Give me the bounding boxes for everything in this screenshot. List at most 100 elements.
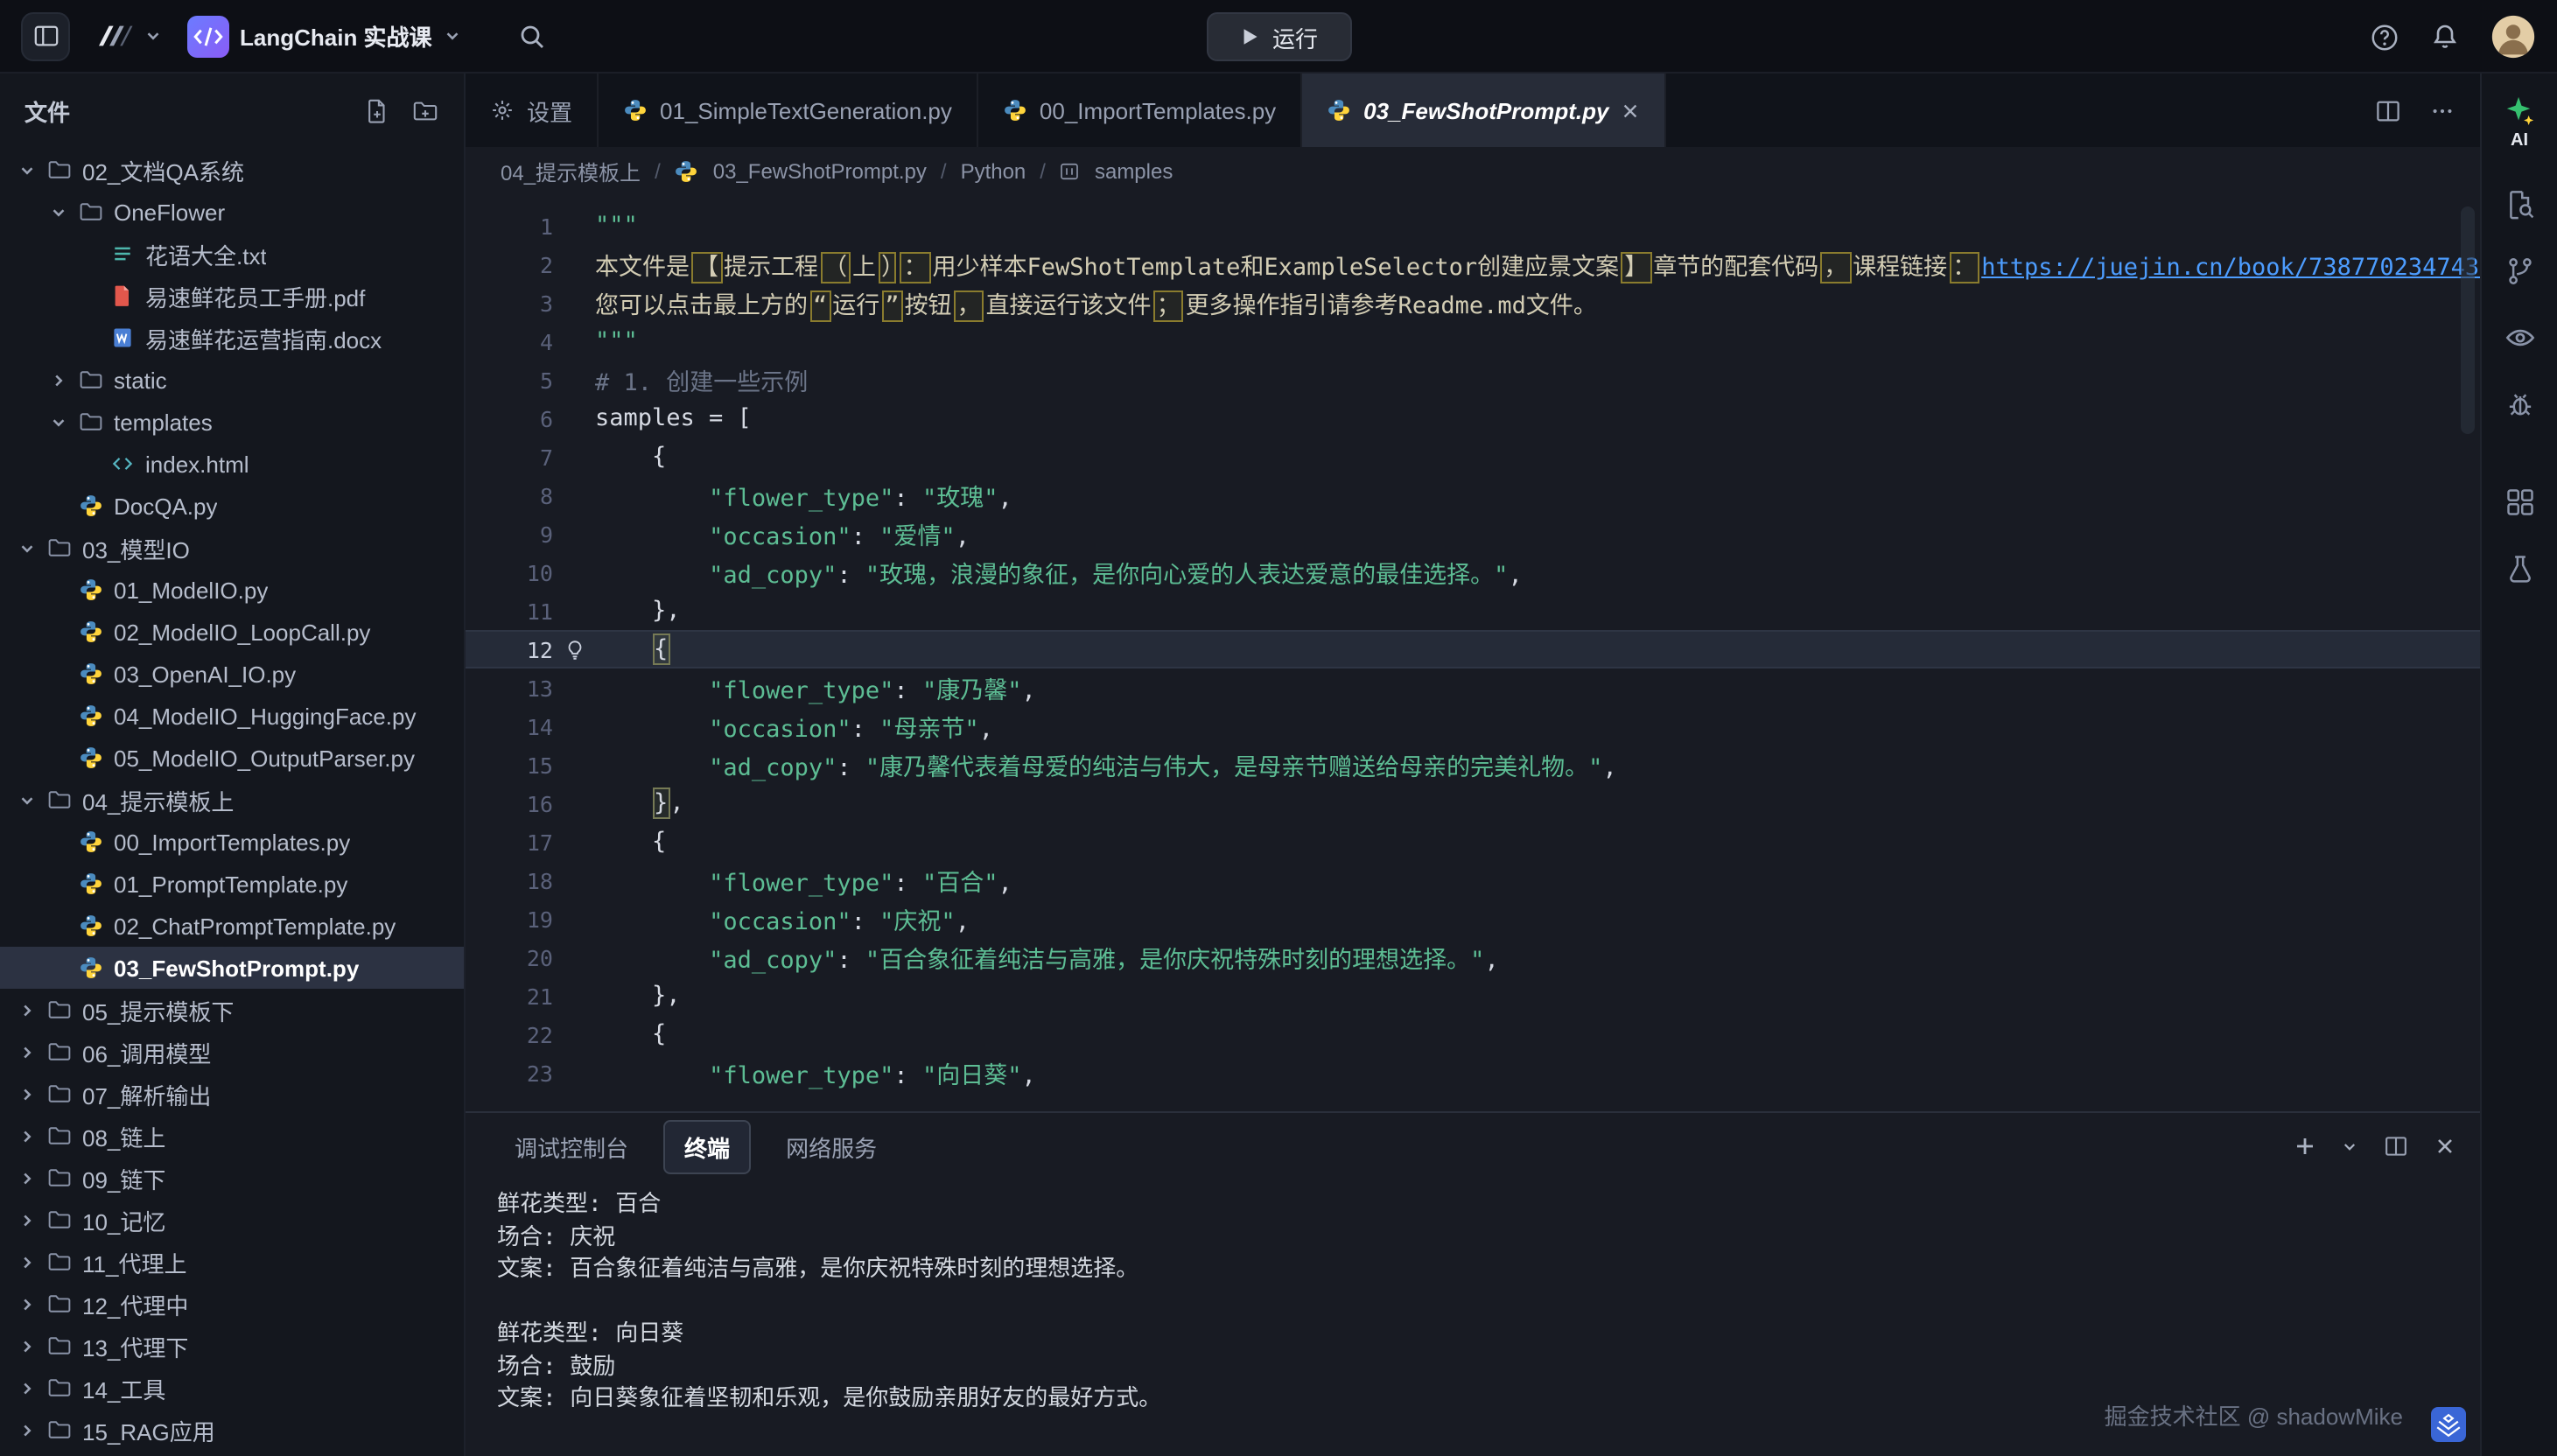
tree-item[interactable]: 易速鲜花员工手册.pdf	[0, 275, 464, 317]
file-search-icon[interactable]	[2504, 189, 2535, 220]
source-control-branch-icon[interactable]	[2504, 256, 2535, 287]
code-line[interactable]: 4"""	[466, 322, 2480, 360]
code-line[interactable]: 17 {	[466, 822, 2480, 861]
breadcrumb-item[interactable]: samples	[1095, 159, 1173, 184]
brand-menu[interactable]	[95, 21, 163, 51]
code-line[interactable]: 14 "occasion": "母亲节",	[466, 707, 2480, 746]
code-line[interactable]: 11 },	[466, 592, 2480, 630]
tree-item[interactable]: 03_FewShotPrompt.py	[0, 947, 464, 989]
editor-tab[interactable]: 03_FewShotPrompt.py	[1302, 74, 1666, 147]
code-line[interactable]: 12 {	[466, 630, 2480, 668]
extensions-grid-icon[interactable]	[2504, 486, 2535, 518]
line-number: 14	[466, 713, 553, 739]
code-line[interactable]: 18 "flower_type": "百合",	[466, 861, 2480, 900]
breadcrumb-item[interactable]: 03_FewShotPrompt.py	[713, 159, 927, 184]
tree-item[interactable]: index.html	[0, 443, 464, 485]
tree-item[interactable]: 02_ModelIO_LoopCall.py	[0, 611, 464, 653]
tree-item[interactable]: 05_提示模板下	[0, 989, 464, 1031]
run-button[interactable]: 运行	[1206, 12, 1351, 61]
code-line[interactable]: 7 {	[466, 438, 2480, 476]
code-line[interactable]: 3您可以点击最上方的“运行”按钮，直接运行该文件；更多操作指引请参考Readme…	[466, 284, 2480, 322]
more-actions-icon[interactable]	[2429, 97, 2455, 123]
code-line[interactable]: 5# 1. 创建一些示例	[466, 360, 2480, 399]
tree-item[interactable]: 05_ModelIO_OutputParser.py	[0, 737, 464, 779]
tree-item[interactable]: 00_ImportTemplates.py	[0, 821, 464, 863]
juejin-badge-icon[interactable]	[2431, 1407, 2466, 1442]
tree-item[interactable]: 10_记忆	[0, 1199, 464, 1241]
preview-eye-icon[interactable]	[2504, 322, 2535, 354]
editor-tab[interactable]: 00_ImportTemplates.py	[978, 74, 1302, 147]
tree-item[interactable]: 07_解析输出	[0, 1073, 464, 1115]
topbar-right	[2370, 0, 2536, 74]
code-line[interactable]: 15 "ad_copy": "康乃馨代表着母爱的纯洁与伟大，是母亲节赠送给母亲的…	[466, 746, 2480, 784]
tree-item[interactable]: 01_ModelIO.py	[0, 569, 464, 611]
tree-item[interactable]: templates	[0, 401, 464, 443]
tree-item-label: 13_代理下	[82, 1329, 188, 1362]
tree-item[interactable]: DocQA.py	[0, 485, 464, 527]
code-line[interactable]: 21 },	[466, 976, 2480, 1015]
breadcrumb-item[interactable]: Python	[961, 159, 1026, 184]
code-token: "百合象征着纯洁与高雅，是你庆祝特殊时刻的理想选择。"	[865, 947, 1485, 975]
quick-fix-lightbulb-icon[interactable]	[563, 638, 585, 661]
editor-tab[interactable]: 设置	[466, 74, 599, 147]
code-line[interactable]: 9 "occasion": "爱情",	[466, 514, 2480, 553]
breadcrumb-item[interactable]: 04_提示模板上	[501, 157, 641, 186]
code-text: },	[595, 597, 681, 625]
editor-tab[interactable]: 01_SimpleTextGeneration.py	[599, 74, 978, 147]
help-icon[interactable]	[2370, 22, 2399, 52]
ai-assistant-button[interactable]: AI	[2503, 94, 2536, 150]
tree-item[interactable]: static	[0, 359, 464, 401]
tree-item[interactable]: 15_RAG应用	[0, 1409, 464, 1451]
tree-item[interactable]: 02_ChatPromptTemplate.py	[0, 905, 464, 947]
code-line[interactable]: 13 "flower_type": "康乃馨",	[466, 668, 2480, 707]
tree-item[interactable]: 01_PromptTemplate.py	[0, 863, 464, 905]
sidebar-toggle-button[interactable]	[21, 11, 70, 60]
code-line[interactable]: 20 "ad_copy": "百合象征着纯洁与高雅，是你庆祝特殊时刻的理想选择。…	[466, 938, 2480, 976]
split-panel-icon[interactable]	[2384, 1134, 2408, 1158]
tree-item[interactable]: 14_工具	[0, 1367, 464, 1409]
tree-item[interactable]: 09_链下	[0, 1157, 464, 1199]
panel-tab[interactable]: 调试控制台	[494, 1119, 649, 1173]
tree-item[interactable]: 12_代理中	[0, 1283, 464, 1325]
workspace-menu[interactable]: LangChain 实战课	[187, 15, 462, 57]
code-line[interactable]: 23 "flower_type": "向日葵",	[466, 1054, 2480, 1092]
tree-item[interactable]: 11_代理上	[0, 1241, 464, 1283]
code-line[interactable]: 16 },	[466, 784, 2480, 822]
tree-item[interactable]: 06_调用模型	[0, 1031, 464, 1073]
debug-bug-icon[interactable]	[2504, 388, 2535, 420]
code-line[interactable]: 19 "occasion": "庆祝",	[466, 900, 2480, 938]
new-file-icon[interactable]	[364, 97, 390, 123]
code-line[interactable]: 1"""	[466, 206, 2480, 245]
tree-item[interactable]: 04_ModelIO_HuggingFace.py	[0, 695, 464, 737]
tree-item[interactable]: 13_代理下	[0, 1325, 464, 1367]
explorer-title: 文件	[25, 94, 364, 127]
tree-item[interactable]: 04_提示模板上	[0, 779, 464, 821]
panel-tab[interactable]: 网络服务	[765, 1119, 898, 1173]
code-line[interactable]: 2本文件是【提示工程（上）：用少样本FewShotTemplate和Exampl…	[466, 245, 2480, 284]
new-terminal-plus-icon[interactable]	[2294, 1136, 2315, 1157]
split-editor-icon[interactable]	[2375, 97, 2401, 123]
code-editor[interactable]: 1"""2本文件是【提示工程（上）：用少样本FewShotTemplate和Ex…	[466, 196, 2480, 1111]
code-line[interactable]: 10 "ad_copy": "玫瑰，浪漫的象征，是你向心爱的人表达爱意的最佳选择…	[466, 553, 2480, 592]
code-line[interactable]: 22 {	[466, 1015, 2480, 1054]
close-panel-icon[interactable]	[2434, 1136, 2455, 1157]
editor-scrollbar[interactable]	[2461, 206, 2475, 434]
tree-item[interactable]: 花语大全.txt	[0, 233, 464, 275]
code-line[interactable]: 8 "flower_type": "玫瑰",	[466, 476, 2480, 514]
terminal-dropdown-caret-icon[interactable]	[2342, 1138, 2357, 1154]
tree-item[interactable]: 易速鲜花运营指南.docx	[0, 317, 464, 359]
tests-flask-icon[interactable]	[2504, 553, 2535, 584]
notifications-bell-icon[interactable]	[2431, 23, 2459, 51]
terminal-output[interactable]: 鲜花类型: 百合场合: 庆祝文案: 百合象征着纯洁与高雅，是你庆祝特殊时刻的理想…	[466, 1180, 2480, 1417]
tree-item[interactable]: 08_链上	[0, 1115, 464, 1157]
avatar[interactable]	[2490, 14, 2536, 60]
tree-item[interactable]: 03_模型IO	[0, 527, 464, 569]
tree-item[interactable]: 03_OpenAI_IO.py	[0, 653, 464, 695]
tree-item[interactable]: OneFlower	[0, 191, 464, 233]
code-line[interactable]: 6samples = [	[466, 399, 2480, 438]
panel-tab[interactable]: 终端	[663, 1119, 751, 1173]
close-icon[interactable]	[1621, 101, 1640, 120]
new-folder-icon[interactable]	[411, 97, 439, 123]
search-icon[interactable]	[518, 22, 546, 50]
tree-item[interactable]: 02_文档QA系统	[0, 149, 464, 191]
